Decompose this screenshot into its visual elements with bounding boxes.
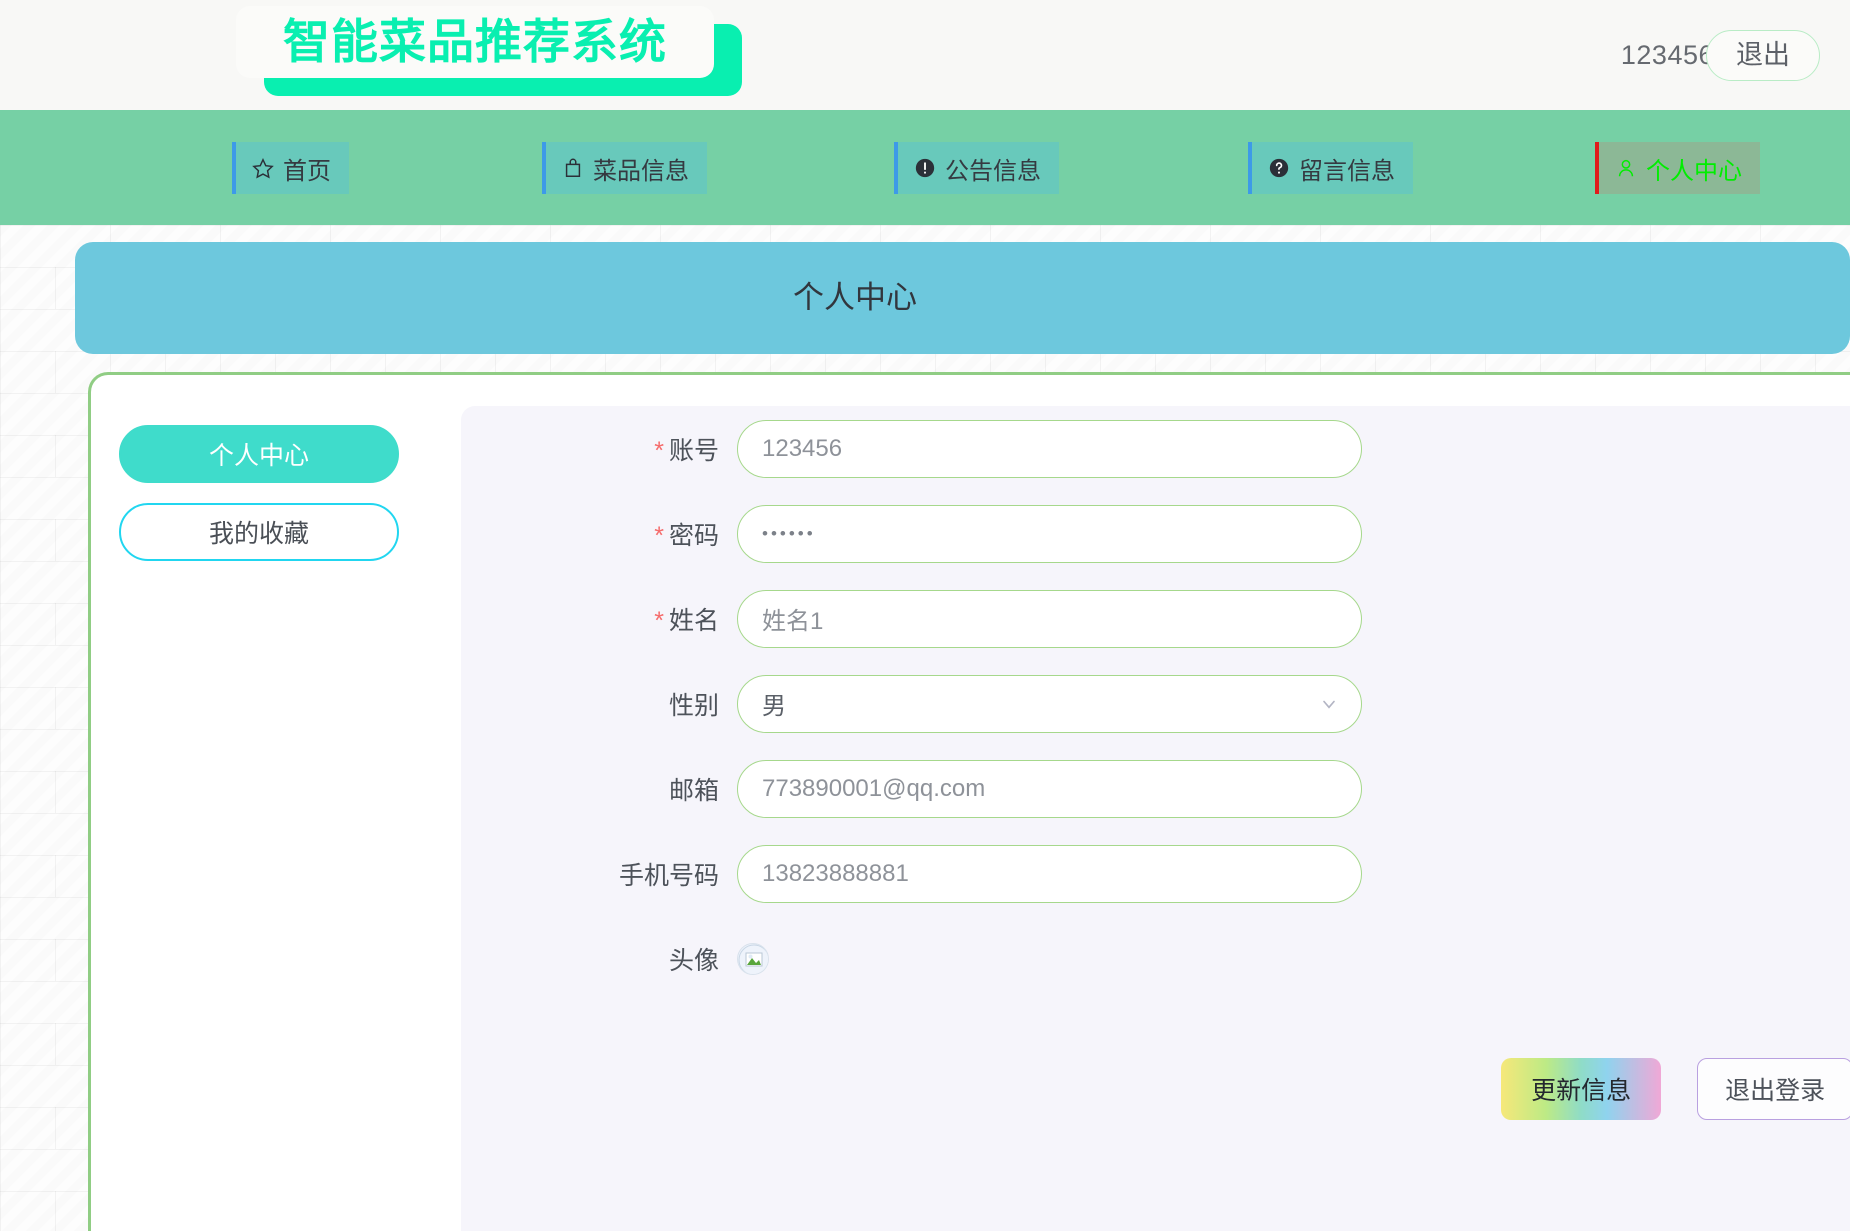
nav-item-5[interactable]: 个人中心 [1595,142,1760,194]
profile-form-panel: * 账号 123456 * 密码 •••••• * 姓名 姓名1 性别男邮箱 773890001@q… [461,406,1850,1231]
nav-item-3[interactable]: 公告信息 [894,142,1059,194]
field-label: 邮箱 [461,771,737,807]
content-card: 个人中心 我的收藏 * 账号 123456 * 密码 •••••• * 姓名 姓名1 性别男邮箱 77… [88,372,1850,1231]
form-row-3: * 姓名 姓名1 [461,576,1850,661]
logout-session-button[interactable]: 退出登录 [1697,1058,1850,1120]
field-label-text: 账号 [668,436,719,465]
question-circle-icon [1269,158,1289,178]
field-label: * 账号 [461,431,737,467]
exclamation-circle-icon [915,158,935,178]
avatar-image[interactable] [737,943,769,975]
field-value: 13823888881 [762,859,909,887]
sidebar-menu: 个人中心 我的收藏 [119,425,399,581]
page-title-banner: 个人中心 [75,242,1850,354]
field-label-text: 性别 [668,691,719,720]
field-label: * 密码 [461,516,737,552]
nav-item-label: 留言信息 [1299,157,1395,185]
page-header: 智能菜品推荐系统 123456 退出 [0,0,1850,110]
required-asterisk: * [654,606,664,635]
logout-button[interactable]: 退出 [1706,29,1820,81]
form-row-6: 手机号码 13823888881 [461,831,1850,916]
nav-item-4[interactable]: 留言信息 [1248,142,1413,194]
current-user-name: 123456 [1620,39,1714,70]
field-input[interactable]: 123456 [737,419,1362,478]
form-fields-container: * 账号 123456 * 密码 •••••• * 姓名 姓名1 性别男邮箱 773890001@q… [461,406,1850,916]
bag-icon [562,157,584,179]
field-label-text: 密码 [668,521,719,550]
nav-item-label: 公告信息 [945,157,1041,185]
nav-items-container: 首页 菜品信息 公告信息 留言信息 个人中心 [0,110,1850,225]
app-logo[interactable]: 智能菜品推荐系统 [236,6,742,101]
star-icon [252,158,274,179]
field-input[interactable]: 773890001@qq.com [737,759,1362,818]
required-asterisk: * [654,521,664,550]
nav-item-1[interactable]: 首页 [232,142,349,194]
nav-item-label: 菜品信息 [593,157,689,185]
exclamation-circle-icon [914,157,936,179]
field-value: 123456 [762,434,843,462]
required-asterisk: * [654,436,664,465]
form-row-4: 性别 男 [461,661,1850,746]
nav-item-2[interactable]: 菜品信息 [542,142,707,194]
main-navigation: 首页 菜品信息 公告信息 留言信息 个人中心 [0,110,1850,225]
sidebar-item-1[interactable]: 个人中心 [119,425,399,483]
header-user-area: 123456 退出 [1621,0,1820,110]
field-select[interactable]: 男 [737,674,1362,733]
field-input[interactable]: 姓名1 [737,589,1362,648]
field-label: 手机号码 [461,856,737,892]
field-value: •••••• [762,523,816,543]
field-label-text: 手机号码 [618,861,719,890]
avatar-label: 头像 [668,947,719,975]
form-row-1: * 账号 123456 [461,406,1850,491]
field-value: 773890001@qq.com [762,774,986,802]
page-title: 个人中心 [793,280,917,315]
form-actions: 更新信息 退出登录 [461,1002,1850,1120]
form-row-5: 邮箱 773890001@qq.com [461,746,1850,831]
field-label-text: 姓名 [668,606,719,635]
field-value: 男 [762,693,786,720]
avatar-row: 头像 [461,916,1850,1002]
field-input[interactable]: 13823888881 [737,844,1362,903]
bag-icon [565,158,581,177]
form-row-2: * 密码 •••••• [461,491,1850,576]
update-info-button[interactable]: 更新信息 [1501,1058,1662,1120]
field-label-text: 邮箱 [668,776,719,805]
chevron-down-icon [1319,694,1339,714]
nav-item-label: 个人中心 [1646,157,1742,185]
star-icon [252,157,274,179]
field-input[interactable]: •••••• [737,504,1362,563]
broken-image-icon [738,944,768,974]
user-icon [1618,159,1634,177]
nav-item-label: 首页 [283,157,331,185]
user-icon [1615,157,1637,179]
field-label: * 姓名 [461,601,737,637]
field-label: 性别 [461,686,737,722]
field-value: 姓名1 [762,608,824,635]
logo-title: 智能菜品推荐系统 [283,15,667,68]
sidebar-item-2[interactable]: 我的收藏 [119,503,399,561]
question-circle-icon [1268,157,1290,179]
